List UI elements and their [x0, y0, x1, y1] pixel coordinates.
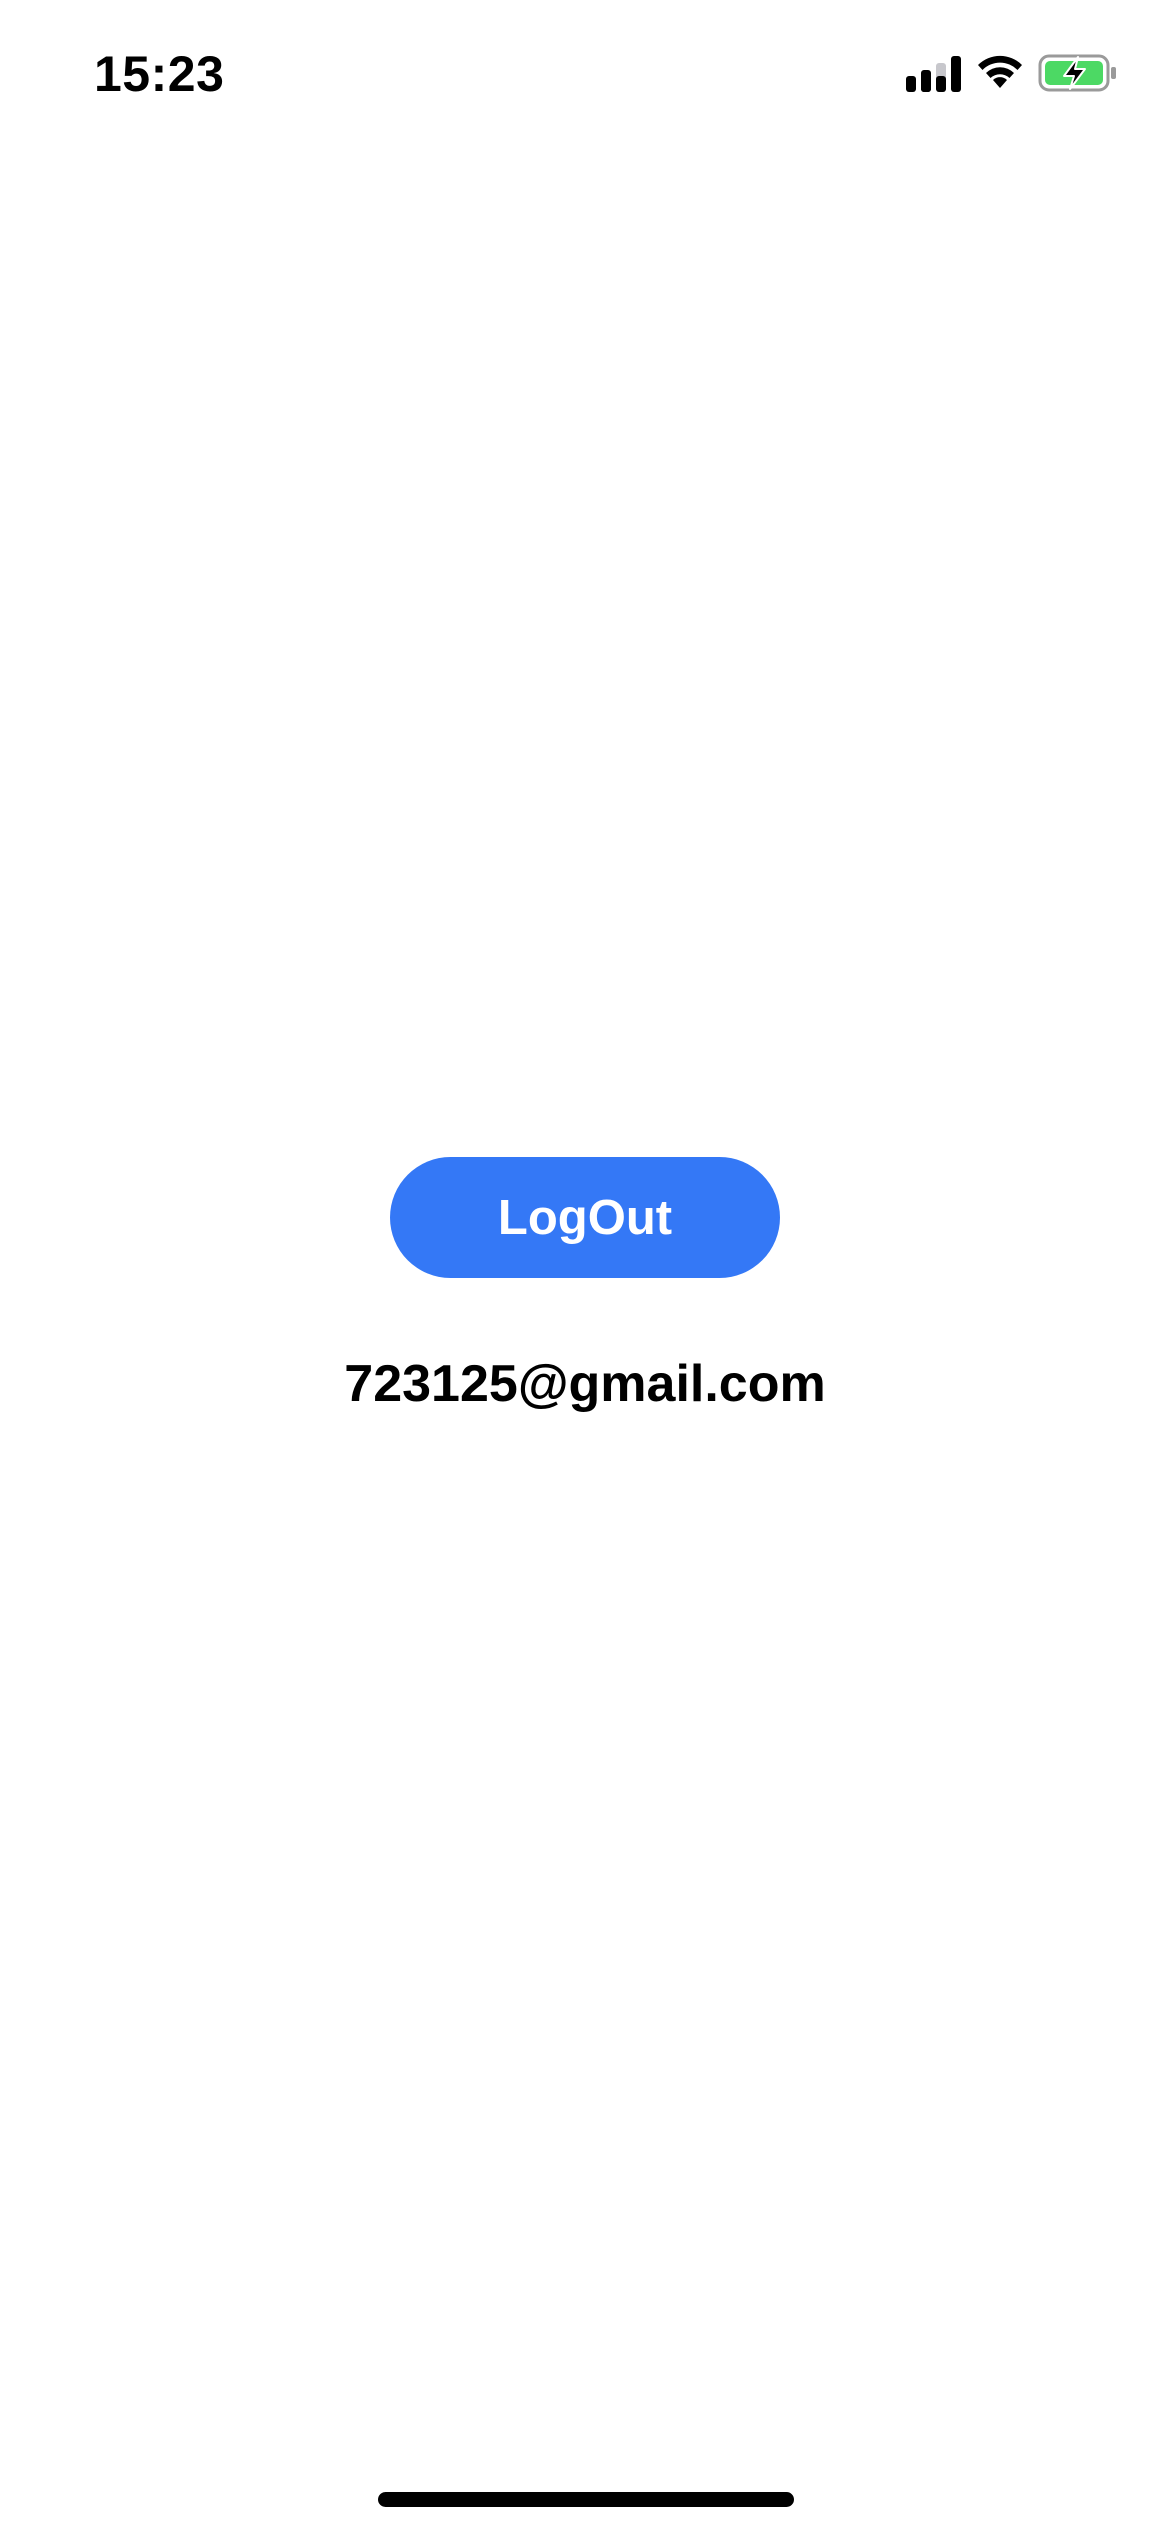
main-content: LogOut 723125@gmail.com: [0, 0, 1170, 2532]
user-email: 723125@gmail.com: [344, 1355, 826, 1413]
home-indicator[interactable]: [378, 2492, 794, 2507]
logout-button[interactable]: LogOut: [390, 1157, 780, 1278]
